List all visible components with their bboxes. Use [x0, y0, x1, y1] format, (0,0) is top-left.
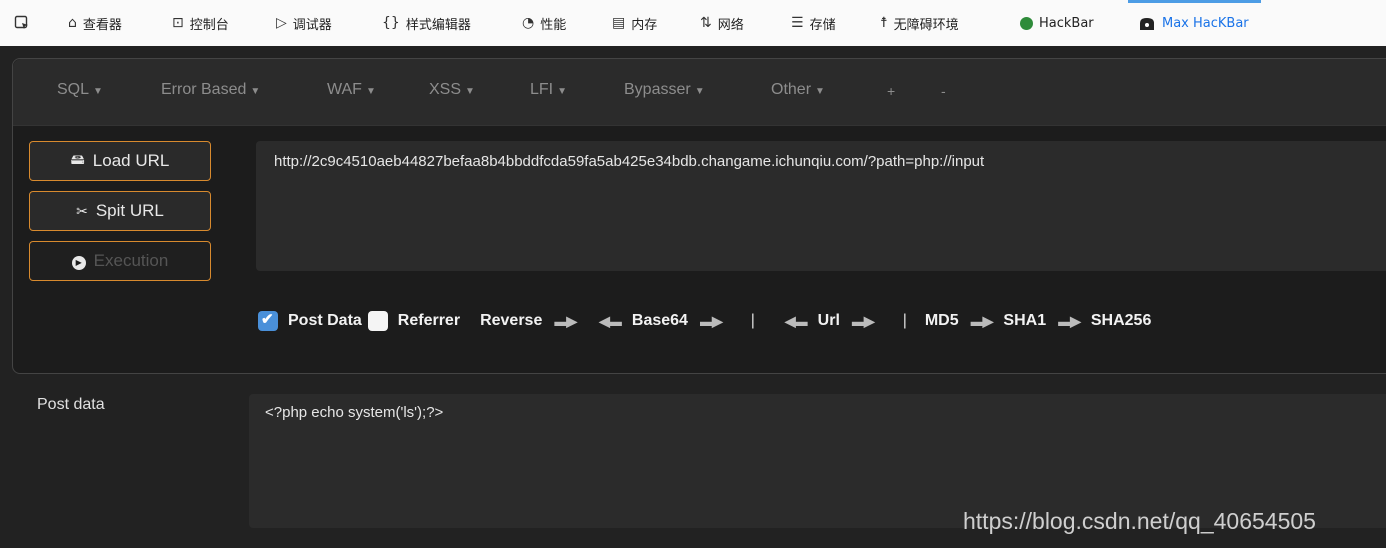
storage-icon: ☰ [791, 15, 804, 31]
post-data-label: Post Data [288, 312, 362, 329]
menu-waf[interactable]: WAF ▼ [327, 81, 376, 99]
execution-button[interactable]: ▶ Execution [29, 241, 211, 281]
load-url-button[interactable]: 🖴 Load URL [29, 141, 211, 181]
sha256-button[interactable]: SHA256 [1091, 312, 1151, 330]
referrer-label: Referrer [397, 312, 461, 329]
menu-bypasser[interactable]: Bypasser ▼ [624, 81, 705, 99]
tab-performance[interactable]: ◔ 性能 [522, 0, 566, 46]
devtools-tabbar: ⌂ 查看器 ⊡ 控制台 ▷ 调试器 {} 样式编辑器 ◔ 性能 ▤ 内存 ⇅ 网络 ☰ 存储 ☨… [0, 0, 1386, 47]
arrow-right-icon: ▬▶ [851, 312, 875, 329]
sha1-button[interactable]: SHA1 [1003, 312, 1046, 330]
debugger-icon: ▷ [276, 15, 287, 31]
accessibility-icon: ☨ [880, 15, 888, 31]
tab-network[interactable]: ⇅ 网络 [700, 0, 744, 46]
caret-down-icon: ▼ [365, 86, 376, 97]
tab-hackbar[interactable]: HackBar [1020, 0, 1094, 46]
tab-console[interactable]: ⊡ 控制台 [172, 0, 229, 46]
arrow-right-icon: ▬▶ [554, 312, 577, 329]
style-editor-icon: {} [382, 15, 400, 31]
split-url-button[interactable]: ✂ Spit URL [29, 191, 211, 231]
arrow-left-icon: ◀▬ [599, 312, 622, 329]
hackbar-toolbox: SQL ▼ Error Based ▼ WAF ▼ XSS ▼ LFI ▼ Bypasse… [12, 58, 1386, 374]
hackbar-icon [1020, 16, 1033, 30]
tab-max-hackbar[interactable]: Max HacKBar [1128, 0, 1261, 46]
network-icon: ⇅ [700, 15, 712, 31]
separator: | [750, 312, 755, 329]
caret-down-icon: ▼ [557, 86, 568, 97]
tab-inspector[interactable]: ⌂ 查看器 [68, 0, 122, 46]
post-data-checkbox[interactable] [258, 310, 278, 331]
watermark: https://blog.csdn.net/qq_40654505 [963, 508, 1316, 534]
tab-storage[interactable]: ☰ 存储 [791, 0, 836, 46]
tab-style-editor[interactable]: {} 样式编辑器 [382, 0, 471, 46]
menu-other[interactable]: Other ▼ [771, 81, 825, 99]
pick-element-icon [14, 15, 30, 31]
hackbar-panel: SQL ▼ Error Based ▼ WAF ▼ XSS ▼ LFI ▼ Bypasse… [0, 46, 1386, 548]
load-icon: 🖴 [70, 151, 85, 167]
url-input[interactable]: http://2c9c4510aeb44827befaa8b4bbddfcda5… [256, 141, 1386, 271]
arrow-right-icon: ▬▶ [699, 312, 723, 329]
menu-add-button[interactable]: + [887, 83, 895, 99]
caret-down-icon: ▼ [465, 86, 475, 97]
referrer-checkbox[interactable] [367, 311, 388, 331]
caret-down-icon: ▼ [250, 86, 261, 97]
arrow-right-icon: ▬▶ [970, 312, 994, 329]
caret-down-icon: ▼ [93, 86, 103, 97]
hackbar-menubar: SQL ▼ Error Based ▼ WAF ▼ XSS ▼ LFI ▼ Bypasse… [13, 59, 1386, 126]
menu-lfi[interactable]: LFI ▼ [530, 81, 567, 99]
max-hackbar-icon [1138, 15, 1156, 31]
md5-button[interactable]: MD5 [925, 312, 959, 330]
inspector-icon: ⌂ [68, 15, 77, 31]
menu-xss[interactable]: XSS ▼ [429, 81, 475, 99]
base64-button[interactable]: Base64 [632, 312, 688, 330]
menu-sql[interactable]: SQL ▼ [57, 81, 103, 99]
menu-remove-button[interactable]: - [941, 83, 946, 99]
memory-icon: ▤ [612, 15, 626, 31]
url-encode-button[interactable]: Url [818, 312, 840, 330]
menu-error-based[interactable]: Error Based ▼ [161, 81, 260, 99]
performance-icon: ◔ [522, 15, 535, 31]
encoding-options-bar: Post Data Referrer Reverse ▬▶ ◀▬ Base64 … [258, 307, 1151, 335]
reverse-button[interactable]: Reverse [480, 312, 542, 330]
tab-accessibility[interactable]: ☨ 无障碍环境 [880, 0, 959, 46]
split-icon: ✂ [76, 202, 88, 219]
separator: | [902, 312, 907, 329]
caret-down-icon: ▼ [815, 86, 825, 97]
console-icon: ⊡ [172, 15, 184, 31]
caret-down-icon: ▼ [694, 86, 705, 97]
play-icon: ▶ [71, 252, 86, 270]
tab-memory[interactable]: ▤ 内存 [612, 0, 657, 46]
tab-debugger[interactable]: ▷ 调试器 [276, 0, 332, 46]
element-picker-button[interactable] [14, 0, 36, 46]
arrow-right-icon: ▬▶ [1058, 312, 1081, 329]
post-data-section-label: Post data [37, 396, 105, 413]
arrow-left-icon: ◀▬ [784, 312, 808, 329]
